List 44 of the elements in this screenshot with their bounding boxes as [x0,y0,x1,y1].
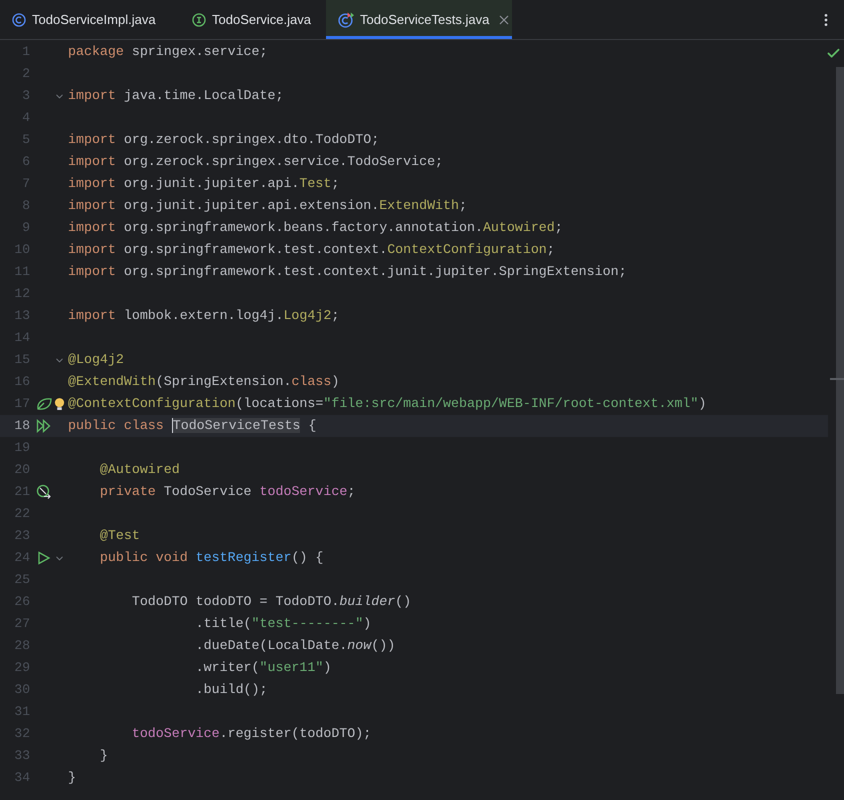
code-line: public void testRegister() { [98,549,324,568]
code-line: import org.junit.jupiter.api.Test; [68,175,340,194]
code-line: import org.zerock.springex.dto.TodoDTO; [68,131,380,150]
code-line: } [98,747,108,766]
code-line: import org.springframework.test.context.junit.jupiter.SpringExtension; [68,263,627,282]
interface-icon [192,12,206,26]
code-line: private TodoService todoService; [98,483,356,502]
autowired-icon[interactable] [36,484,52,500]
leaf-icon[interactable] [36,397,52,411]
code-line: package springex.service; [68,43,268,62]
line-number: 18 [13,417,30,436]
code-line: .title("test--------") [194,615,372,634]
code-line: todoService.register(todoDTO); [130,725,372,744]
code-line: .writer("user11") [194,659,332,678]
code-line: @Autowired [98,461,180,480]
class-icon [12,12,26,26]
code-line: public class TodoServiceTests { [68,417,316,436]
code-line: @ContextConfiguration(locations="file:src/main/webapp/WEB-INF/root-context.xml") [68,395,706,414]
tab-label: TodoServiceImpl.java [32,10,156,29]
test-class-icon [338,12,354,28]
editor-tab[interactable]: TodoServiceImpl.java [0,0,180,39]
bulb-icon[interactable] [54,396,65,412]
tab-label: TodoServiceTests.java [360,10,490,29]
code-line: import org.zerock.springex.service.TodoService; [68,153,444,172]
code-line: @Test [98,527,140,546]
code-line: import lombok.extern.log4j.Log4j2; [68,307,340,326]
run-all-icon[interactable] [36,419,52,433]
editor-tab[interactable]: TodoServiceTests.java [326,0,512,39]
run-icon[interactable] [37,551,51,565]
code-line: import org.springframework.beans.factory.annotation.Autowired; [68,219,563,238]
code-line: } [68,769,76,788]
code-line: import java.time.LocalDate; [68,87,284,106]
code-line: TodoDTO todoDTO = TodoDTO.builder() [130,593,412,612]
code-line: import org.springframework.test.context.ContextConfiguration; [68,241,555,260]
editor-tab[interactable]: TodoService.java [180,0,326,39]
close-icon[interactable] [499,14,510,24]
code-line: @ExtendWith(SpringExtension.class) [68,373,340,392]
code-line: import org.junit.jupiter.api.extension.ExtendWith; [68,197,467,216]
code-line: .build(); [194,681,268,700]
scrollbar-thumb[interactable] [836,67,844,694]
error-stripe-mark [830,378,844,380]
tab-label: TodoService.java [212,10,311,29]
code-line: .dueDate(LocalDate.now()) [194,637,396,656]
code-line: @Log4j2 [68,351,124,370]
